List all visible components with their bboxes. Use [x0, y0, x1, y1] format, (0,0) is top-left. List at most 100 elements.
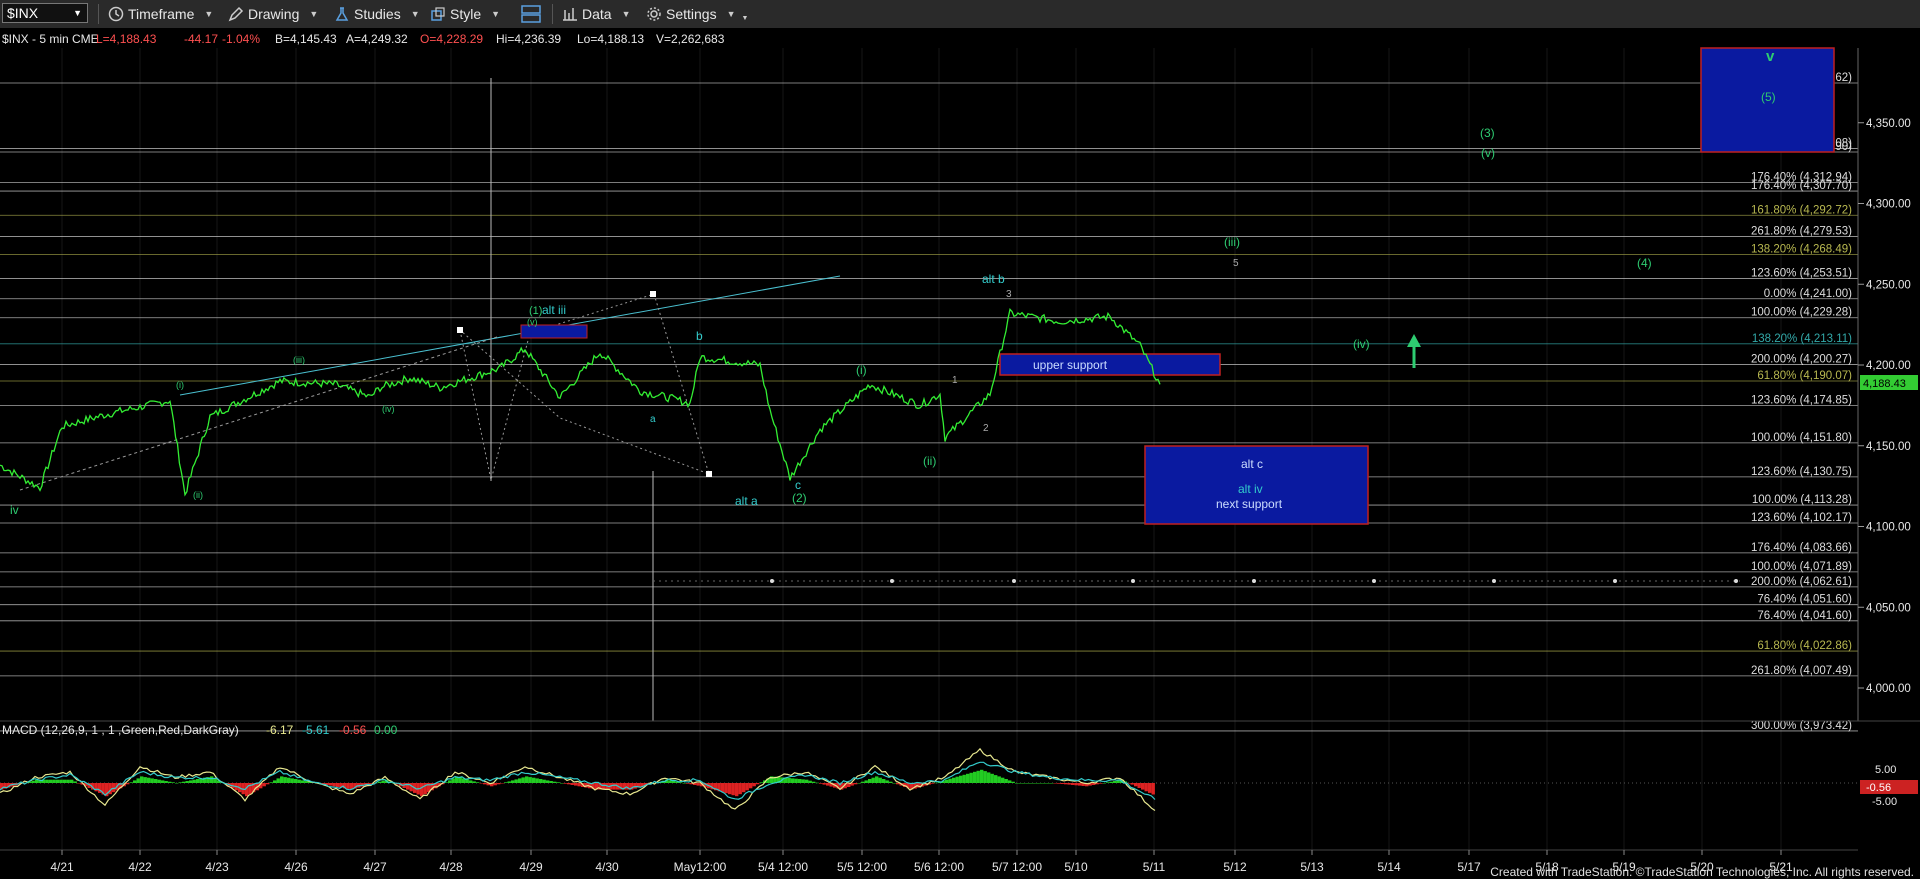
histogram-bar — [66, 779, 70, 783]
wave-label: (ii) — [923, 454, 936, 468]
histogram-bar — [493, 783, 497, 786]
histogram-bar — [885, 780, 889, 783]
histogram-bar — [1043, 783, 1047, 784]
time-tick-label: 4/21 — [50, 860, 74, 874]
projection-dot — [1372, 579, 1376, 583]
histogram-bar — [178, 782, 182, 783]
time-tick-label: 4/29 — [519, 860, 543, 874]
histogram-bar — [511, 780, 515, 783]
histogram-bar — [332, 783, 336, 787]
toolbar-divider — [552, 4, 553, 24]
histogram-bar — [1053, 783, 1057, 784]
histogram-bar — [948, 778, 952, 783]
chevron-down-icon: ▼ — [410, 9, 420, 19]
style-label: Style — [450, 6, 482, 22]
histogram-bar — [483, 783, 487, 785]
histogram-bar — [1057, 783, 1061, 784]
histogram-bar — [721, 783, 725, 793]
studies-button[interactable]: Studies ▼ — [334, 4, 420, 24]
macd-v1: -6.17 — [266, 723, 294, 737]
histogram-bar — [213, 778, 217, 783]
histogram-bar — [472, 781, 476, 783]
histogram-bar — [528, 777, 532, 783]
anchor-point[interactable] — [457, 327, 463, 333]
pencil-icon — [228, 6, 244, 22]
histogram-bar — [567, 783, 571, 785]
fib-level-label: 100.00% (4,071.89) — [1751, 561, 1852, 573]
histogram-bar — [1004, 779, 1008, 783]
quote-open: O=4,228.29 — [420, 32, 483, 46]
wave-label: alt b — [982, 272, 1005, 286]
histogram-bar — [560, 783, 564, 784]
projection-dot — [1492, 579, 1496, 583]
alt-c-label: alt c — [1241, 457, 1263, 471]
histogram-bar — [210, 776, 214, 783]
histogram-bar — [1141, 783, 1145, 790]
histogram-bar — [497, 783, 501, 785]
timeframe-button[interactable]: Timeframe ▼ — [108, 4, 213, 24]
last-price-text: 4,188.43 — [1863, 378, 1906, 390]
wave-label: (ii) — [193, 490, 203, 500]
quote-volume: V=2,262,683 — [656, 32, 725, 46]
fib-level-label: 176.40% (4,083.66) — [1751, 542, 1852, 554]
next-support-label: next support — [1216, 497, 1283, 511]
histogram-bar — [266, 783, 270, 785]
data-button[interactable]: Data ▼ — [562, 4, 631, 24]
histogram-bar — [1015, 783, 1019, 784]
histogram-bar — [549, 781, 553, 783]
symbol-selector[interactable]: $INX ▼ — [2, 3, 88, 23]
histogram-bar — [563, 783, 567, 784]
histogram-bar — [819, 783, 823, 784]
wave-label: (iii) — [1224, 235, 1240, 249]
fib-level-label: 100.00% (4,229.28) — [1751, 307, 1852, 319]
settings-button[interactable]: Settings ▼ ▼ — [646, 4, 748, 24]
histogram-bar — [742, 783, 746, 793]
histogram-bar — [1134, 783, 1138, 787]
histogram-bar — [759, 782, 763, 783]
histogram-bar — [1067, 783, 1071, 785]
fib-level-label: 100.00% (4,151.80) — [1751, 432, 1852, 444]
histogram-bar — [686, 783, 690, 784]
histogram-bar — [31, 780, 35, 783]
price-chart[interactable]: $INX - 5 min CME L=4,188.43 -44.17 -1.04… — [0, 28, 1920, 879]
histogram-bar — [931, 783, 935, 784]
histogram-bar — [878, 777, 882, 783]
histogram-bar — [889, 781, 893, 783]
histogram-bar — [164, 781, 168, 783]
quote-pct: -1.04% — [222, 32, 260, 46]
histogram-bar — [553, 781, 557, 783]
histogram-bar — [49, 779, 53, 783]
anchor-point[interactable] — [706, 471, 712, 477]
histogram-bar — [1036, 783, 1040, 784]
chevron-down-icon: ▼ — [741, 14, 749, 22]
wave-label: (iii) — [293, 355, 305, 365]
anchor-point[interactable] — [650, 291, 656, 297]
histogram-bar — [994, 775, 998, 783]
fib-level-label: 261.80% (4,279.53) — [1751, 226, 1852, 238]
histogram-bar — [1060, 783, 1064, 784]
data-label: Data — [582, 6, 612, 22]
histogram-bar — [892, 783, 896, 784]
histogram-bar — [420, 783, 424, 797]
histogram-bar — [276, 778, 280, 783]
quote-line: $INX - 5 min CME L=4,188.43 -44.17 -1.04… — [2, 32, 725, 46]
chevron-down-icon: ▼ — [73, 8, 82, 18]
histogram-bar — [336, 783, 340, 787]
projection-dot — [1734, 579, 1738, 583]
layout-button[interactable] — [520, 4, 542, 24]
drawing-button[interactable]: Drawing ▼ — [228, 4, 318, 24]
histogram-bar — [469, 780, 473, 783]
projection-dot — [770, 579, 774, 583]
histogram-bar — [77, 783, 81, 784]
histogram-bar — [787, 778, 791, 783]
histogram-bar — [682, 783, 686, 784]
macd-v4: 0.00 — [374, 723, 398, 737]
histogram-bar — [378, 781, 382, 783]
histogram-bar — [287, 777, 291, 783]
clock-icon — [108, 6, 124, 22]
histogram-bar — [808, 780, 812, 783]
histogram-bar — [133, 780, 137, 783]
histogram-bar — [749, 783, 753, 789]
style-button[interactable]: Style ▼ — [430, 4, 500, 24]
histogram-bar — [283, 777, 287, 783]
